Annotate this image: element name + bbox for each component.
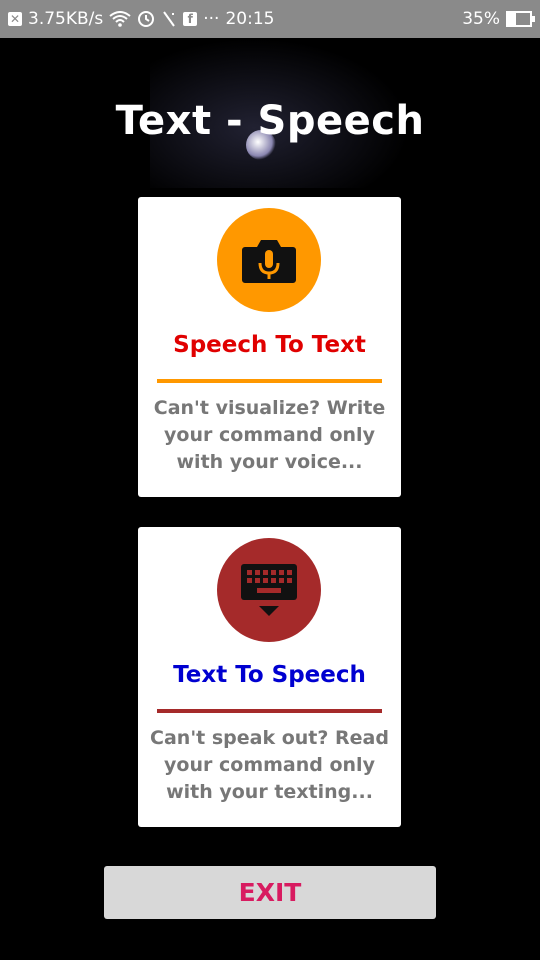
wifi-icon	[109, 11, 131, 27]
facebook-icon: f	[183, 12, 198, 26]
speech-to-text-icon-circle	[217, 208, 321, 312]
battery-percent: 35%	[462, 9, 500, 29]
speech-to-text-description: Can't visualize? Write your command only…	[153, 397, 386, 473]
exit-button[interactable]: EXIT	[104, 866, 436, 919]
alarm-icon	[137, 10, 155, 28]
page-title: Text - Speech	[115, 98, 425, 144]
battery-icon	[506, 11, 535, 27]
network-speed: 3.75KB/s	[28, 9, 104, 29]
text-to-speech-card[interactable]: Text To Speech Can't speak out? Read you…	[138, 527, 401, 827]
status-left: ✕ 3.75KB/s f ··· 20:15	[8, 9, 274, 29]
text-to-speech-divider	[157, 709, 382, 713]
camera-microphone-icon	[242, 240, 296, 283]
status-right: 35%	[462, 9, 535, 29]
text-to-speech-icon-circle	[217, 538, 321, 642]
status-bar: ✕ 3.75KB/s f ··· 20:15 35%	[0, 0, 540, 38]
keyboard-hide-icon	[241, 564, 297, 616]
speech-to-text-divider	[157, 379, 382, 383]
speech-to-text-title: Speech To Text	[173, 332, 366, 358]
clock-time: 20:15	[225, 9, 275, 29]
more-notifications-icon: ···	[203, 9, 220, 29]
text-to-speech-title: Text To Speech	[173, 662, 366, 688]
battery-level	[508, 13, 516, 25]
notification-close-icon: ✕	[8, 12, 22, 26]
signal-slash-icon	[161, 10, 177, 28]
text-to-speech-description: Can't speak out? Read your command only …	[150, 727, 389, 803]
speech-to-text-card[interactable]: Speech To Text Can't visualize? Write yo…	[138, 197, 401, 497]
